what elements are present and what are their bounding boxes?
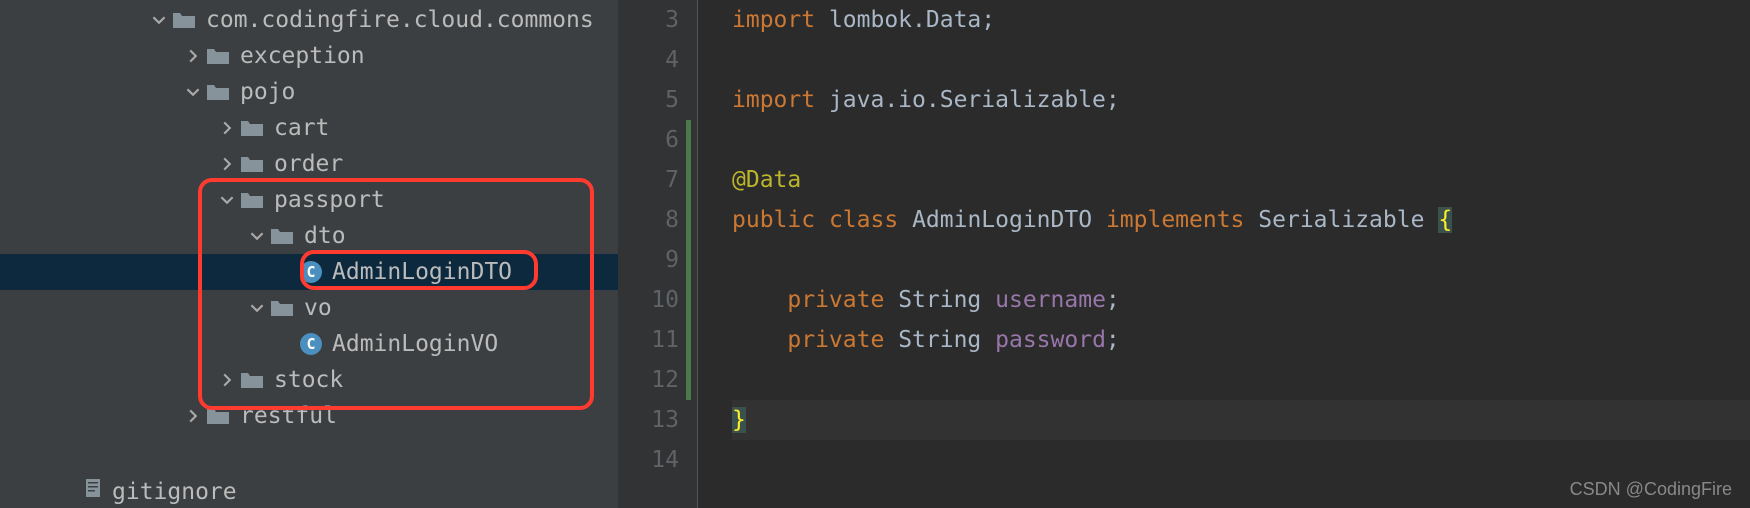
code-line[interactable]: private String username; [732, 280, 1750, 320]
tree-folder-dto[interactable]: dto [0, 218, 618, 254]
tree-item-label: AdminLoginDTO [332, 256, 512, 288]
tree-item-label: com.codingfire.cloud.commons [206, 4, 594, 36]
folder-icon [172, 10, 196, 30]
chevron-down-icon [184, 85, 202, 99]
folder-icon [240, 154, 264, 174]
tree-class-adminloginvo[interactable]: C AdminLoginVO [0, 326, 618, 362]
tree-folder-stock[interactable]: stock [0, 362, 618, 398]
tree-item-label: stock [274, 364, 343, 396]
code-line[interactable] [732, 240, 1750, 280]
chevron-down-icon [218, 193, 236, 207]
chevron-right-icon [184, 409, 202, 423]
folder-icon [206, 82, 230, 102]
tree-class-adminlogindto[interactable]: C AdminLoginDTO [0, 254, 618, 290]
chevron-down-icon [150, 13, 168, 27]
gutter-line-number: 7 [618, 160, 679, 200]
gutter-line-number: 10 [618, 280, 679, 320]
folder-icon [206, 406, 230, 426]
gutter-line-number: 5 [618, 80, 679, 120]
code-line[interactable] [732, 120, 1750, 160]
tree-folder-pojo[interactable]: pojo [0, 74, 618, 110]
tree-folder-passport[interactable]: passport [0, 182, 618, 218]
tree-item-label: passport [274, 184, 385, 216]
tree-folder-restful[interactable]: restful [0, 398, 618, 434]
code-line[interactable]: import java.io.Serializable; [732, 80, 1750, 120]
tree-item-label: vo [304, 292, 332, 324]
class-icon: C [300, 261, 322, 283]
vcs-modified-indicator [686, 120, 691, 400]
code-line[interactable]: @Data [732, 160, 1750, 200]
code-editor[interactable]: 3 4 5 6 7 8 9 10 11 12 13 14 import lomb… [618, 0, 1750, 508]
folder-icon [206, 46, 230, 66]
gutter-line-number: 3 [618, 0, 679, 40]
gutter-line-number: 8 [618, 200, 679, 240]
code-line[interactable] [732, 440, 1750, 480]
code-line[interactable]: public class AdminLoginDTO implements Se… [732, 200, 1750, 240]
watermark: CSDN @CodingFire [1570, 479, 1732, 500]
gutter-line-number: 11 [618, 320, 679, 360]
tree-file-gitignore[interactable]: gitignore [82, 476, 237, 508]
file-icon [82, 476, 104, 508]
tree-item-label: exception [240, 40, 365, 72]
tree-item-label: order [274, 148, 343, 180]
gutter-line-number: 9 [618, 240, 679, 280]
tree-item-label: cart [274, 112, 329, 144]
folder-icon [270, 226, 294, 246]
tree-item-label: dto [304, 220, 346, 252]
code-content[interactable]: import lombok.Data; import java.io.Seria… [698, 0, 1750, 508]
code-line[interactable]: } [732, 400, 1750, 440]
tree-item-label: restful [240, 400, 337, 432]
gutter-line-number: 14 [618, 440, 679, 480]
chevron-right-icon [184, 49, 202, 63]
code-line[interactable]: private String password; [732, 320, 1750, 360]
chevron-right-icon [218, 121, 236, 135]
chevron-right-icon [218, 157, 236, 171]
folder-icon [240, 118, 264, 138]
folder-icon [240, 370, 264, 390]
gutter-line-number: 6 [618, 120, 679, 160]
folder-icon [240, 190, 264, 210]
code-line[interactable]: import lombok.Data; [732, 0, 1750, 40]
chevron-right-icon [218, 373, 236, 387]
folder-icon [270, 298, 294, 318]
tree-folder-cart[interactable]: cart [0, 110, 618, 146]
chevron-down-icon [248, 229, 266, 243]
tree-folder-vo[interactable]: vo [0, 290, 618, 326]
code-line[interactable] [732, 360, 1750, 400]
tree-package-commons[interactable]: com.codingfire.cloud.commons [0, 2, 618, 38]
tree-item-label: pojo [240, 76, 295, 108]
gutter-line-number: 13 [618, 400, 679, 440]
gutter-line-number: 4 [618, 40, 679, 80]
class-icon: C [300, 333, 322, 355]
project-tree-panel[interactable]: com.codingfire.cloud.commons exception p… [0, 0, 618, 508]
tree-folder-exception[interactable]: exception [0, 38, 618, 74]
tree-item-label: gitignore [112, 476, 237, 508]
gutter-line-number: 12 [618, 360, 679, 400]
tree-folder-order[interactable]: order [0, 146, 618, 182]
code-line[interactable] [732, 40, 1750, 80]
chevron-down-icon [248, 301, 266, 315]
tree-item-label: AdminLoginVO [332, 328, 498, 360]
